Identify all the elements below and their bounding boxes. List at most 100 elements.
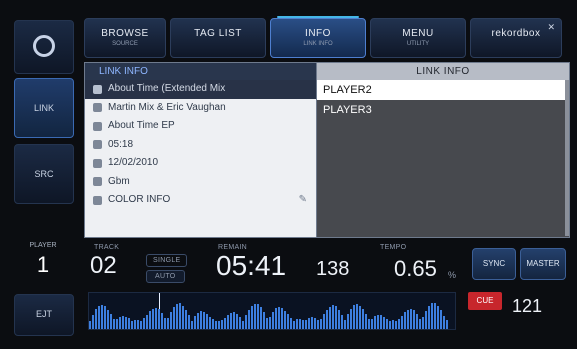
waveform-bar	[233, 312, 235, 329]
cue-indicator: CUE	[468, 292, 502, 310]
list-item[interactable]: About Time EP	[85, 117, 317, 136]
waveform-bar	[209, 317, 211, 329]
waveform-bar	[428, 306, 430, 329]
edit-icon[interactable]: ✎	[299, 191, 307, 210]
source-button[interactable]: SRC	[14, 144, 74, 204]
list-item[interactable]: Gbm	[85, 173, 317, 192]
waveform-bar	[248, 310, 250, 329]
waveform-bar	[137, 320, 139, 329]
list-item[interactable]: Martin Mix & Eric Vaughan	[85, 99, 317, 118]
waveform-bar	[281, 308, 283, 329]
tempo-value: 0.65	[394, 256, 437, 281]
settings-gear-button[interactable]	[14, 20, 74, 74]
link-button[interactable]: LINK	[14, 78, 74, 138]
tab-info-sub: LINK INFO	[303, 41, 333, 47]
waveform-bar	[134, 320, 136, 329]
tab-browse[interactable]: BROWSE SOURCE	[84, 18, 166, 58]
waveform-overview[interactable]	[88, 292, 456, 330]
list-item[interactable]: 12/02/2010	[85, 154, 317, 173]
waveform-bar	[176, 304, 178, 329]
waveform-bar	[116, 319, 118, 329]
waveform-bar	[341, 315, 343, 329]
waveform-bar	[113, 319, 115, 329]
waveform-bar	[203, 312, 205, 329]
waveform-bar	[242, 321, 244, 329]
master-button[interactable]: MASTER	[520, 248, 566, 280]
waveform-bar	[185, 310, 187, 329]
waveform-bar	[254, 304, 256, 329]
waveform-bar	[347, 314, 349, 329]
waveform-bar	[269, 317, 271, 329]
sync-label: SYNC	[482, 259, 506, 268]
waveform-bar	[332, 305, 334, 329]
waveform-bar	[266, 318, 268, 329]
waveform-bar	[122, 316, 124, 329]
waveform-bar	[230, 313, 232, 329]
waveform-bar	[215, 321, 217, 329]
waveform-bar	[284, 311, 286, 329]
gear-icon	[33, 35, 55, 57]
player-list-item[interactable]: PLAYER2	[317, 80, 569, 100]
waveform-bar	[194, 316, 196, 329]
tab-tag-list-label: TAG LIST	[194, 28, 242, 39]
waveform-bar	[440, 310, 442, 329]
waveform-bar	[350, 309, 352, 329]
waveform-bar	[377, 315, 379, 329]
waveform-bar	[311, 317, 313, 329]
waveform-bar	[353, 305, 355, 329]
tab-menu[interactable]: MENU UTILITY	[370, 18, 466, 58]
tab-rekordbox[interactable]: rekordbox ✕	[470, 18, 562, 58]
waveform-bar	[290, 318, 292, 329]
master-label: MASTER	[526, 259, 560, 268]
waveform-bar	[173, 307, 175, 329]
waveform-bar	[305, 320, 307, 329]
close-icon[interactable]: ✕	[547, 22, 555, 33]
waveform-bar	[158, 309, 160, 329]
player-list-item[interactable]: PLAYER3	[317, 100, 569, 120]
waveform-bar	[425, 311, 427, 329]
scrollbar[interactable]	[565, 80, 569, 236]
waveform-bar	[104, 306, 106, 329]
waveform-bar	[212, 319, 214, 329]
waveform-bar	[257, 304, 259, 329]
waveform-bar	[149, 311, 151, 329]
waveform-bar	[275, 308, 277, 329]
waveform-bar	[389, 321, 391, 329]
list-item-text: Gbm	[108, 175, 130, 187]
time-icon	[93, 140, 102, 150]
waveform-bar	[317, 320, 319, 329]
waveform-bar	[119, 317, 121, 329]
waveform-bar	[395, 321, 397, 329]
comment-icon	[93, 195, 102, 205]
waveform-bar	[368, 319, 370, 329]
track-info-pane: LINK INFO About Time (Extended Mix Marti…	[84, 62, 318, 238]
waveform-bar	[110, 314, 112, 329]
sync-button[interactable]: SYNC	[472, 248, 516, 280]
tab-info[interactable]: INFO LINK INFO	[270, 16, 366, 58]
list-item[interactable]: 05:18	[85, 136, 317, 155]
waveform-bar	[437, 306, 439, 329]
waveform-bar	[155, 308, 157, 329]
tab-info-indicator	[277, 16, 359, 18]
list-item-text: About Time (Extended Mix	[108, 83, 226, 94]
waveform-bar	[407, 310, 409, 329]
waveform-bar	[98, 306, 100, 329]
waveform-bar	[323, 314, 325, 329]
track-number: 02	[90, 252, 117, 279]
waveform-bar	[308, 318, 310, 329]
mode-label: SINGLE	[146, 254, 188, 267]
waveform-bar	[170, 312, 172, 329]
tab-tag-list[interactable]: TAG LIST	[170, 18, 266, 58]
waveform-bar	[206, 314, 208, 329]
waveform-bar	[314, 318, 316, 329]
waveform-bar	[326, 310, 328, 329]
bpm-value: 138	[316, 258, 350, 280]
waveform-bar	[302, 320, 304, 329]
list-item[interactable]: About Time (Extended Mix	[85, 80, 317, 99]
waveform-bar	[164, 318, 166, 329]
waveform-bar	[413, 310, 415, 329]
waveform-bar	[365, 314, 367, 329]
waveform-bar	[95, 309, 97, 329]
waveform-bar	[401, 316, 403, 329]
list-item[interactable]: COLOR INFO ✎	[85, 191, 317, 210]
